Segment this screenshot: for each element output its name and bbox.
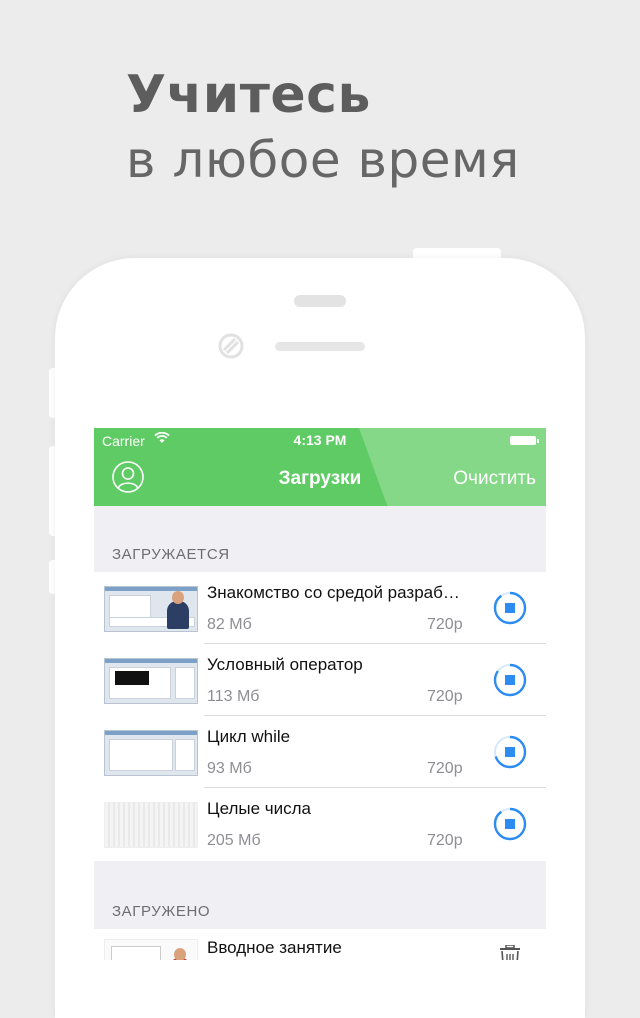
list-item[interactable]: Цикл while 93 Мб 720p (94, 716, 546, 788)
download-progress-icon[interactable] (493, 663, 527, 697)
item-title: Целые числа (207, 799, 312, 818)
item-quality: 720p (427, 760, 463, 777)
item-quality: 720p (427, 832, 463, 849)
trash-icon[interactable] (498, 945, 522, 960)
list-item[interactable]: Вводное занятие (94, 929, 546, 960)
promo-headline: Учитесь в любое время (126, 62, 520, 192)
item-quality: 720p (427, 688, 463, 705)
battery-icon (510, 436, 539, 445)
item-size: 113 Мб (207, 688, 260, 705)
phone-speaker (275, 342, 365, 351)
camera-icon (218, 333, 244, 359)
download-progress-icon[interactable] (493, 591, 527, 625)
list-item[interactable]: Целые числа 205 Мб 720p (94, 788, 546, 860)
item-title: Цикл while (207, 727, 291, 746)
list-item[interactable]: Условный оператор 113 Мб 720p (94, 644, 546, 716)
downloading-list: Знакомство со средой разраб… 82 Мб 720p … (94, 572, 546, 861)
download-progress-icon[interactable] (493, 735, 527, 769)
item-size: 93 Мб (207, 760, 252, 777)
status-time: 4:13 PM (293, 432, 347, 448)
video-thumbnail (104, 730, 198, 776)
item-quality: 720p (427, 616, 463, 633)
download-progress-icon[interactable] (493, 807, 527, 841)
phone-earpiece (294, 295, 346, 307)
video-thumbnail (104, 939, 198, 960)
video-thumbnail (104, 658, 198, 704)
app-screen: Carrier 4:13 PM Загрузки Очистить ЗАГРУЖ… (94, 428, 546, 960)
list-item[interactable]: Знакомство со средой разраб… 82 Мб 720p (94, 572, 546, 644)
headline-line-1: Учитесь (126, 65, 371, 125)
navbar: Carrier 4:13 PM Загрузки Очистить (94, 428, 546, 506)
section-header-downloaded: ЗАГРУЖЕНО (112, 903, 211, 920)
item-title: Вводное занятие (207, 938, 342, 957)
status-bar: Carrier 4:13 PM (94, 428, 546, 452)
item-title: Знакомство со средой разраб… (207, 583, 460, 602)
downloaded-list: Вводное занятие (94, 929, 546, 960)
headline-line-2: в любое время (126, 131, 520, 189)
item-size: 205 Мб (207, 832, 261, 849)
item-size: 82 Мб (207, 616, 252, 633)
clear-button[interactable]: Очистить (453, 468, 536, 490)
section-header-downloading: ЗАГРУЖАЕТСЯ (112, 546, 230, 563)
video-thumbnail (104, 802, 198, 848)
item-title: Условный оператор (207, 655, 363, 674)
video-thumbnail (104, 586, 198, 632)
